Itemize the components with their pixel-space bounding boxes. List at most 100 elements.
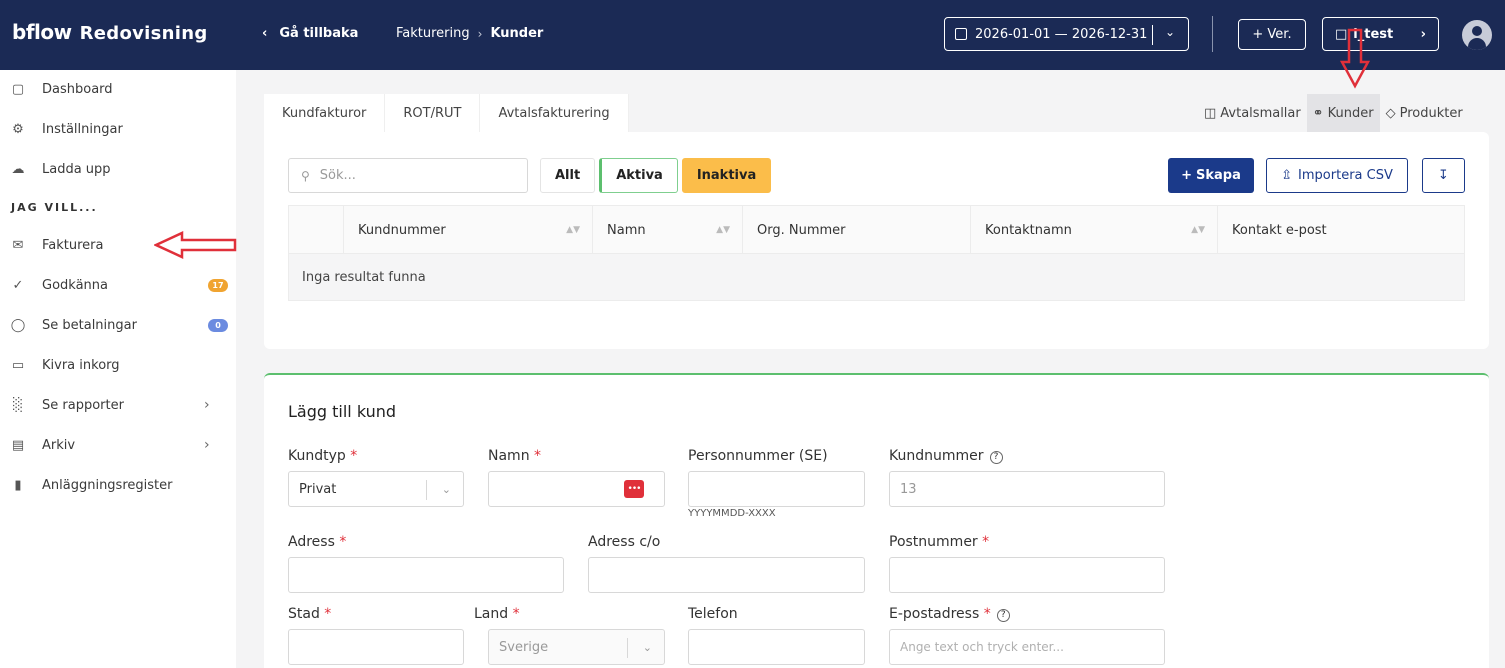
template-icon: ◫: [1204, 105, 1217, 121]
filter-inactive-button[interactable]: Inaktiva: [681, 158, 772, 193]
new-verification-button[interactable]: + Ver.: [1238, 19, 1306, 50]
stad-label: Stad *: [288, 606, 331, 622]
sort-icon[interactable]: ▲▼: [716, 225, 730, 235]
back-link[interactable]: ‹ Gå tillbaka: [262, 26, 358, 41]
help-icon[interactable]: ?: [996, 609, 1010, 622]
sidebar-item-label: Se rapporter: [42, 397, 124, 413]
kundtyp-value: Privat: [299, 481, 337, 497]
kundnummer-input[interactable]: 13: [889, 471, 1165, 507]
date-range-picker[interactable]: 2026-01-01 — 2026-12-31 ⌄: [944, 17, 1189, 51]
sidebar-item-se-rapporter[interactable]: ░ Se rapporter ›: [0, 393, 236, 417]
empty-state-row: Inga resultat funna: [289, 254, 1464, 300]
sort-icon[interactable]: ▲▼: [566, 225, 580, 235]
kundtyp-label: Kundtyp *: [288, 448, 357, 464]
filter-active-button[interactable]: Aktiva: [599, 158, 678, 193]
tab-avtalsfakturering[interactable]: Avtalsfakturering: [480, 94, 629, 132]
column-label: Org. Nummer: [757, 222, 846, 238]
approval-count-badge: 17: [208, 278, 228, 292]
customer-list-card: ⚲ Sök... Allt Aktiva Inaktiva + Skapa ⇫ …: [264, 132, 1489, 349]
tab-kunder[interactable]: ⚭ Kunder: [1306, 94, 1380, 132]
personnummer-input[interactable]: [688, 471, 865, 507]
search-placeholder: Sök...: [319, 168, 356, 183]
create-customer-button[interactable]: + Skapa: [1168, 158, 1254, 193]
column-header-kundnummer[interactable]: Kundnummer ▲▼: [343, 206, 592, 254]
breadcrumb-fakturering[interactable]: Fakturering: [396, 26, 470, 41]
calendar-icon: [955, 28, 967, 40]
chevron-down-icon: ⌄: [441, 482, 451, 496]
monitor-icon: ▢: [11, 81, 25, 97]
files-icon: ▮: [14, 477, 22, 493]
sidebar-item-installningar[interactable]: ⚙ Inställningar: [0, 117, 236, 141]
sidebar-item-godkanna[interactable]: ✓ Godkänna 17: [0, 273, 236, 297]
postnummer-input[interactable]: [889, 557, 1165, 593]
label-text: Namn: [488, 448, 530, 464]
column-label: Kundnummer: [358, 222, 446, 238]
namn-input[interactable]: •••: [488, 471, 665, 507]
sidebar-item-ladda-upp[interactable]: ☁ Ladda upp: [0, 157, 236, 181]
sidebar-item-arkiv[interactable]: ▤ Arkiv ›: [0, 433, 236, 457]
column-label: Kontakt e-post: [1232, 222, 1327, 238]
chevron-right-icon: ›: [204, 397, 210, 413]
adress-co-input[interactable]: [588, 557, 865, 593]
sidebar-item-kivra-inkorg[interactable]: ▭ Kivra inkorg: [0, 353, 236, 377]
sidebar-section-title: JAG VILL...: [11, 201, 98, 214]
tab-kundfakturor[interactable]: Kundfakturor: [264, 94, 386, 132]
add-customer-form: Lägg till kund Kundtyp * Privat ⌄ Namn *…: [264, 373, 1489, 668]
land-value: Sverige: [499, 639, 549, 655]
upload-cloud-icon: ☁: [11, 161, 25, 177]
breadcrumb: Fakturering › Kunder: [396, 26, 543, 41]
required-mark: *: [350, 448, 358, 464]
avatar-body: [1468, 38, 1486, 50]
invoice-tabs: Kundfakturor ROT/RUT Avtalsfakturering: [264, 94, 629, 132]
label-text: Postnummer: [889, 534, 978, 550]
required-mark: *: [339, 534, 347, 550]
sidebar-item-se-betalningar[interactable]: ◯ Se betalningar 0: [0, 313, 236, 337]
header-divider: [1212, 16, 1213, 52]
column-header-kontakt-epost[interactable]: Kontakt e-post: [1217, 206, 1464, 254]
column-header-kontaktnamn[interactable]: Kontaktnamn ▲▼: [970, 206, 1217, 254]
land-select[interactable]: Sverige ⌄: [488, 629, 665, 665]
date-range-value: 2026-01-01 — 2026-12-31: [975, 26, 1148, 42]
column-header-namn[interactable]: Namn ▲▼: [592, 206, 742, 254]
filter-all-button[interactable]: Allt: [540, 158, 596, 193]
land-label: Land *: [474, 606, 520, 622]
app-logo[interactable]: bflow Redovisning: [12, 20, 208, 44]
kundtyp-select[interactable]: Privat ⌄: [288, 471, 464, 507]
select-divider: [426, 480, 427, 500]
plus-icon: +: [1181, 168, 1193, 183]
kundnummer-value: 13: [900, 481, 917, 497]
label-text: Stad: [288, 606, 320, 622]
register-tabs: ◫ Avtalsmallar ⚭ Kunder ◇ Produkter: [1198, 94, 1469, 132]
tab-rot-rut[interactable]: ROT/RUT: [385, 94, 481, 132]
breadcrumb-kunder: Kunder: [490, 26, 544, 41]
download-button[interactable]: ↧: [1422, 158, 1465, 193]
password-manager-icon[interactable]: •••: [624, 480, 644, 498]
user-avatar[interactable]: [1462, 20, 1492, 50]
sidebar-item-anlaggningsregister[interactable]: ▮ Anläggningsregister: [0, 473, 236, 497]
sidebar-item-label: Arkiv: [42, 437, 76, 453]
telefon-input[interactable]: [688, 629, 865, 665]
users-icon: ⚭: [1312, 105, 1324, 121]
sidebar-item-label: Fakturera: [42, 237, 104, 253]
payments-count-badge: 0: [208, 318, 228, 332]
sidebar: ▢ Dashboard ⚙ Inställningar ☁ Ladda upp …: [0, 70, 236, 668]
help-icon[interactable]: ?: [989, 451, 1003, 464]
required-mark: *: [534, 448, 542, 464]
chevron-down-icon[interactable]: ⌄: [1165, 25, 1175, 39]
sort-icon[interactable]: ▲▼: [1191, 225, 1205, 235]
adress-input[interactable]: [288, 557, 564, 593]
tab-avtalsmallar[interactable]: ◫ Avtalsmallar: [1198, 94, 1307, 132]
stad-input[interactable]: [288, 629, 464, 665]
tab-produkter[interactable]: ◇ Produkter: [1380, 94, 1469, 132]
sidebar-item-dashboard[interactable]: ▢ Dashboard: [0, 77, 236, 101]
label-text: Kundtyp: [288, 448, 346, 464]
import-label: Importera CSV: [1298, 168, 1393, 183]
column-header-org-nummer[interactable]: Org. Nummer: [742, 206, 970, 254]
search-input[interactable]: ⚲ Sök...: [288, 158, 528, 193]
chevron-down-icon: ⌄: [642, 640, 652, 654]
sidebar-item-label: Se betalningar: [42, 317, 137, 333]
personnummer-hint: YYYYMMDD-XXXX: [688, 508, 776, 519]
tab-label: Kunder: [1327, 105, 1374, 121]
import-csv-button[interactable]: ⇫ Importera CSV: [1266, 158, 1408, 193]
epost-input[interactable]: Ange text och tryck enter...: [889, 629, 1165, 665]
